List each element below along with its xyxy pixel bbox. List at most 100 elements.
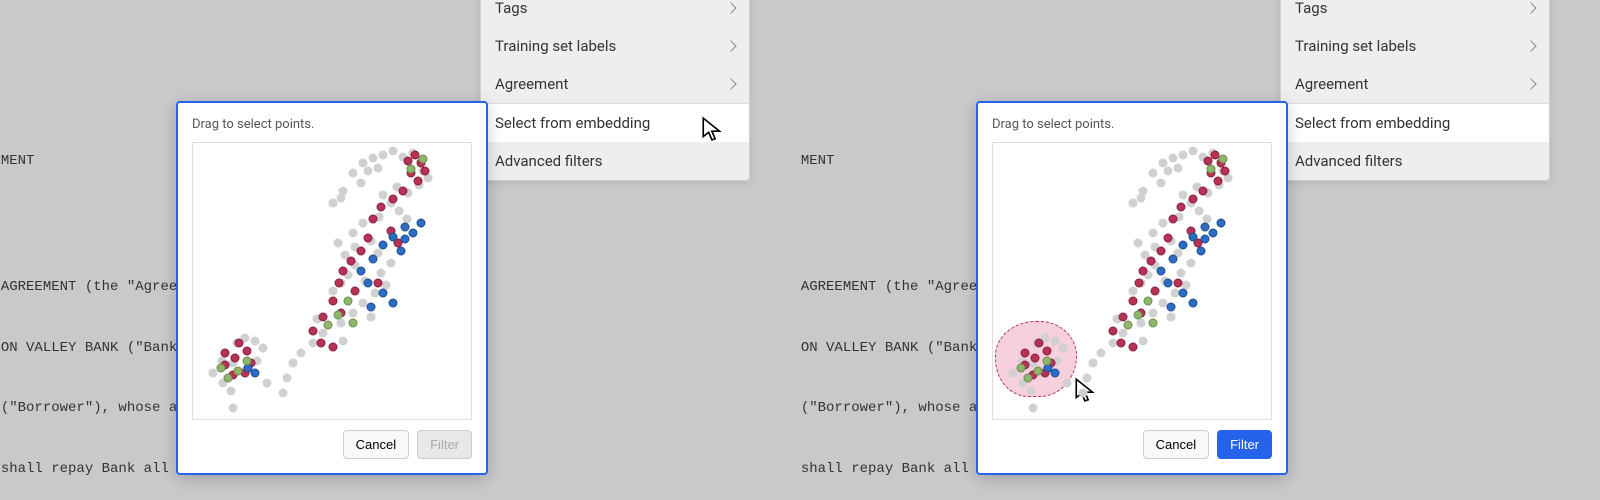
scatter-point[interactable] [1027,387,1036,396]
scatter-point[interactable] [367,303,376,312]
scatter-point[interactable] [1134,311,1143,320]
scatter-point[interactable] [377,203,386,212]
cancel-button[interactable]: Cancel [1143,430,1209,459]
scatter-point[interactable] [329,343,338,352]
scatter-point[interactable] [1034,367,1043,376]
scatter-point[interactable] [364,167,373,176]
scatter-point[interactable] [1189,233,1198,242]
scatter-point[interactable] [329,287,338,296]
scatter-point[interactable] [227,387,236,396]
scatter-point[interactable] [379,191,388,200]
scatter-point[interactable] [421,167,430,176]
scatter-point[interactable] [243,347,252,356]
scatter-point[interactable] [351,287,360,296]
scatter-point[interactable] [1119,329,1128,338]
scatter-point[interactable] [1189,195,1198,204]
scatter-point[interactable] [1177,269,1186,278]
scatter-point[interactable] [1031,354,1040,363]
scatter-point[interactable] [1109,327,1118,336]
scatter-point[interactable] [324,321,333,330]
scatter-point[interactable] [309,327,318,336]
scatter-point[interactable] [409,229,418,238]
scatter-point[interactable] [1139,267,1148,276]
scatter-point[interactable] [369,215,378,224]
scatter-point[interactable] [369,154,378,163]
scatter-point[interactable] [1157,179,1166,188]
scatter-point[interactable] [1189,147,1198,156]
scatter-point[interactable] [289,359,298,368]
scatter-point[interactable] [1157,247,1166,256]
scatter-point[interactable] [1169,255,1178,264]
scatter-point[interactable] [1151,287,1160,296]
scatter-point[interactable] [1201,235,1210,244]
scatter-point[interactable] [335,279,344,288]
scatter-point[interactable] [387,259,396,268]
scatter-point[interactable] [1157,267,1166,276]
scatter-point[interactable] [297,349,306,358]
scatter-point[interactable] [1124,321,1133,330]
dropdown-item-advanced-filters[interactable]: Advanced filters [481,142,749,180]
scatter-point[interactable] [1149,309,1158,318]
scatter-point[interactable] [1051,337,1060,346]
scatter-point[interactable] [339,267,348,276]
scatter-point[interactable] [1177,203,1186,212]
scatter-point[interactable] [1167,303,1176,312]
scatter-point[interactable] [1179,151,1188,160]
scatter-point[interactable] [1135,279,1144,288]
scatter-point[interactable] [339,337,348,346]
scatter-point[interactable] [414,177,423,186]
scatter-point[interactable] [1129,287,1138,296]
scatter-point[interactable] [395,207,404,216]
scatter-point[interactable] [1117,339,1126,348]
scatter-point[interactable] [1149,229,1158,238]
cancel-button[interactable]: Cancel [343,430,409,459]
scatter-point[interactable] [1097,349,1106,358]
dropdown-item-training-labels[interactable]: Training set labels [481,27,749,65]
scatter-point[interactable] [347,257,356,266]
scatter-point[interactable] [1035,339,1044,348]
scatter-point[interactable] [1174,164,1183,173]
scatter-point[interactable] [349,169,358,178]
scatter-point[interactable] [389,195,398,204]
scatter-point[interactable] [1144,297,1153,306]
scatter-point[interactable] [1221,167,1230,176]
scatter-point[interactable] [1219,155,1228,164]
scatter-point[interactable] [1024,374,1033,383]
scatter-point[interactable] [221,349,230,358]
scatter-point[interactable] [1134,239,1143,248]
scatter-plot[interactable] [192,142,472,420]
scatter-point[interactable] [407,165,416,174]
scatter-point[interactable] [1149,169,1158,178]
scatter-point[interactable] [339,187,348,196]
scatter-point[interactable] [1214,177,1223,186]
scatter-point[interactable] [1089,359,1098,368]
scatter-point[interactable] [399,187,408,196]
filter-button[interactable]: Filter [1217,430,1272,459]
scatter-point[interactable] [1164,234,1173,243]
scatter-point[interactable] [1059,344,1068,353]
scatter-point[interactable] [224,374,233,383]
scatter-point[interactable] [1079,389,1088,398]
scatter-point[interactable] [401,235,410,244]
scatter-point[interactable] [337,319,346,328]
scatter-point[interactable] [1179,241,1188,250]
scatter-point[interactable] [349,309,358,318]
scatter-plot[interactable] [992,142,1272,420]
scatter-point[interactable] [1195,207,1204,216]
scatter-point[interactable] [251,337,260,346]
scatter-point[interactable] [389,147,398,156]
scatter-point[interactable] [1189,299,1198,308]
scatter-point[interactable] [334,239,343,248]
scatter-point[interactable] [359,219,368,228]
scatter-point[interactable] [379,289,388,298]
scatter-point[interactable] [279,389,288,398]
scatter-point[interactable] [1169,154,1178,163]
scatter-point[interactable] [334,311,343,320]
scatter-point[interactable] [319,329,328,338]
scatter-point[interactable] [357,247,366,256]
scatter-point[interactable] [1187,259,1196,268]
scatter-point[interactable] [251,369,260,378]
scatter-point[interactable] [234,367,243,376]
dropdown-item-agreement[interactable]: Agreement [1281,65,1549,103]
scatter-point[interactable] [364,279,373,288]
